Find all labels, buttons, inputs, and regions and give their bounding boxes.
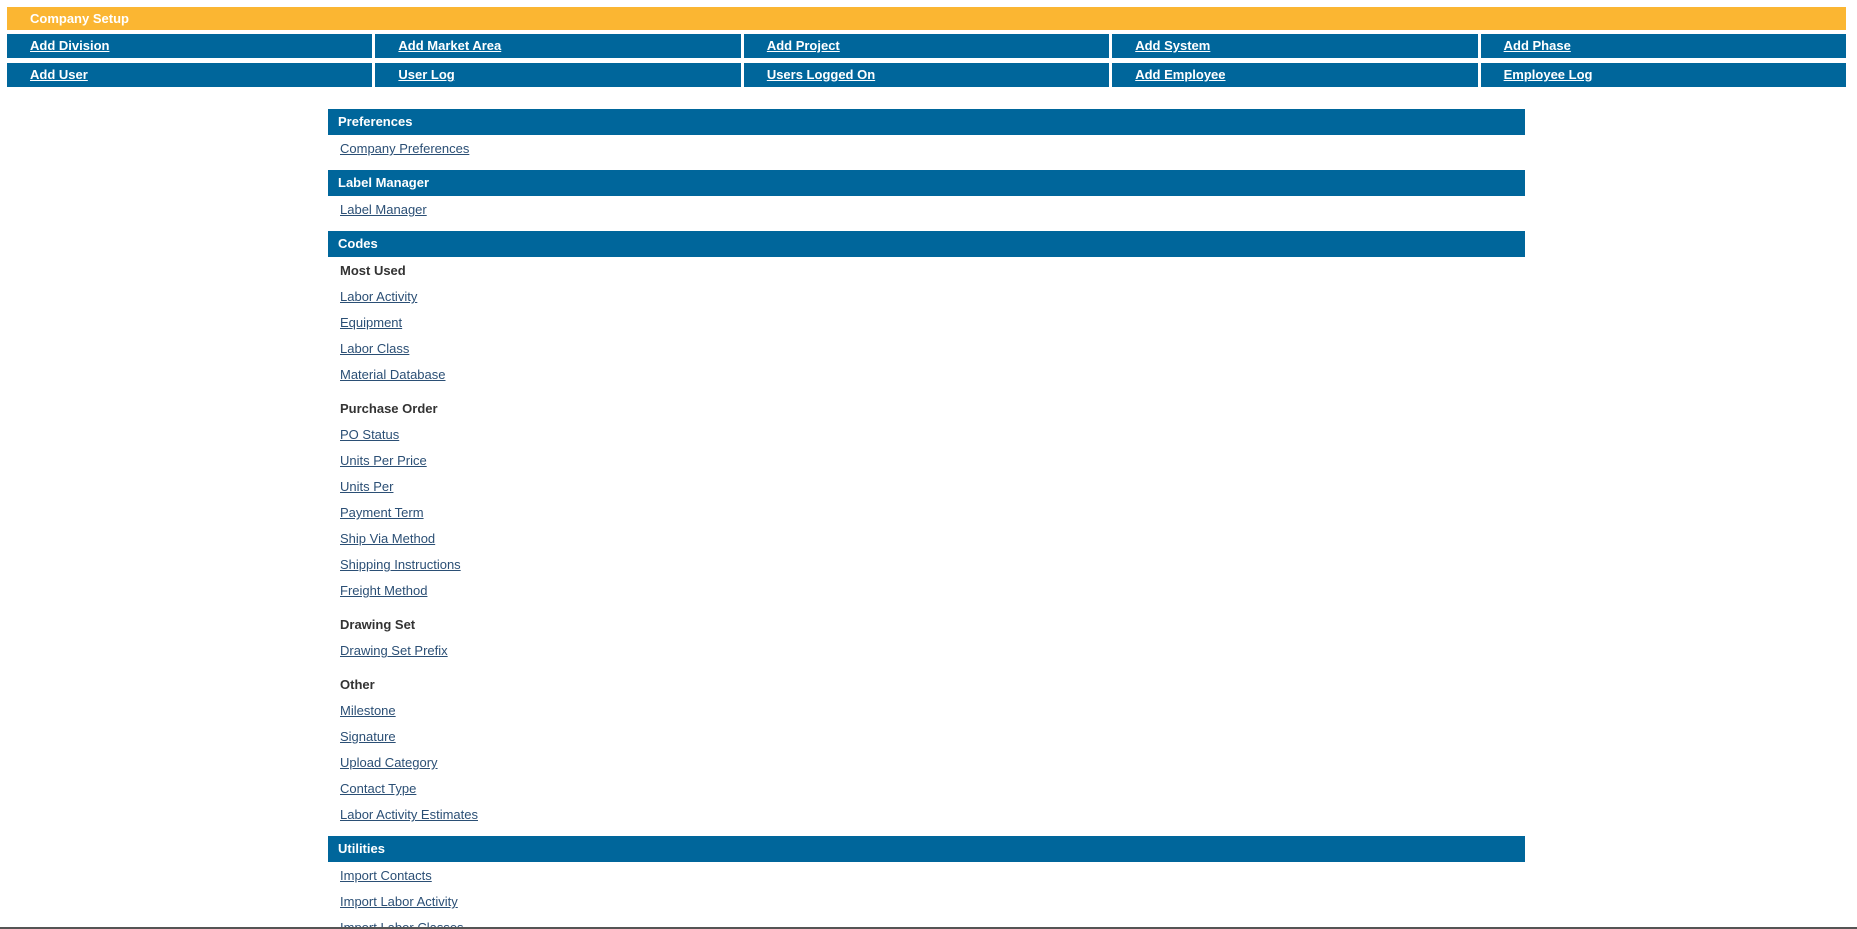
- units-per-link[interactable]: Units Per: [340, 479, 393, 494]
- nav-cell: Users Logged On: [743, 63, 1110, 87]
- list-item: PO Status: [340, 422, 1525, 448]
- users-logged-on-link[interactable]: Users Logged On: [767, 67, 875, 82]
- drawing-set-group: Drawing Set Drawing Set Prefix: [340, 612, 1525, 664]
- milestone-link[interactable]: Milestone: [340, 703, 396, 718]
- drawing-set-prefix-link[interactable]: Drawing Set Prefix: [340, 643, 448, 658]
- group-title: Other: [340, 677, 375, 692]
- import-contacts-link[interactable]: Import Contacts: [340, 868, 432, 883]
- po-status-link[interactable]: PO Status: [340, 427, 399, 442]
- nav-cell: Add Employee: [1112, 63, 1478, 87]
- utilities-section: Import Contacts Import Labor Activity Im…: [328, 862, 1525, 929]
- list-item: Labor Activity Estimates: [340, 802, 1525, 828]
- labor-activity-link[interactable]: Labor Activity: [340, 289, 417, 304]
- list-item: Signature: [340, 724, 1525, 750]
- setup-content: Preferences Company Preferences Label Ma…: [328, 109, 1525, 929]
- page-title: Company Setup: [30, 11, 129, 26]
- nav-cell: Add System: [1112, 34, 1478, 58]
- utilities-header: Utilities: [328, 836, 1525, 862]
- preferences-header: Preferences: [328, 109, 1525, 135]
- list-item: Labor Activity: [340, 284, 1525, 310]
- company-preferences-link[interactable]: Company Preferences: [340, 141, 469, 156]
- labor-activity-estimates-link[interactable]: Labor Activity Estimates: [340, 807, 478, 822]
- list-item: Labor Class: [340, 336, 1525, 362]
- codes-header: Codes: [328, 231, 1525, 257]
- payment-term-link[interactable]: Payment Term: [340, 505, 424, 520]
- group-title: Purchase Order: [340, 401, 438, 416]
- signature-link[interactable]: Signature: [340, 729, 396, 744]
- employee-log-link[interactable]: Employee Log: [1504, 67, 1593, 82]
- freight-method-link[interactable]: Freight Method: [340, 583, 427, 598]
- list-item: Milestone: [340, 698, 1525, 724]
- other-group: Other Milestone Signature Upload Categor…: [340, 672, 1525, 828]
- list-item: Ship Via Method: [340, 526, 1525, 552]
- add-user-link[interactable]: Add User: [30, 67, 88, 82]
- import-labor-activity-link[interactable]: Import Labor Activity: [340, 894, 458, 909]
- purchase-order-group: Purchase Order PO Status Units Per Price…: [340, 396, 1525, 604]
- list-item: Units Per: [340, 474, 1525, 500]
- add-phase-link[interactable]: Add Phase: [1504, 38, 1571, 53]
- label-manager-section: Label Manager: [328, 196, 1525, 231]
- group-title: Drawing Set: [340, 617, 416, 632]
- list-item: Upload Category: [340, 750, 1525, 776]
- list-item: Material Database: [340, 362, 1525, 388]
- add-system-link[interactable]: Add System: [1135, 38, 1210, 53]
- equipment-link[interactable]: Equipment: [340, 315, 402, 330]
- nav-cell: Add User: [7, 63, 373, 87]
- list-item: Import Labor Activity: [340, 889, 1525, 915]
- page-title-bar: Company Setup: [7, 7, 1846, 30]
- list-item: Freight Method: [340, 578, 1525, 604]
- company-setup-page: Company Setup Add Division Add Market Ar…: [0, 0, 1857, 929]
- nav-cell: Add Division: [7, 34, 373, 58]
- upload-category-link[interactable]: Upload Category: [340, 755, 438, 770]
- group-title: Most Used: [340, 263, 406, 278]
- add-division-link[interactable]: Add Division: [30, 38, 109, 53]
- nav-cell: Add Phase: [1480, 34, 1847, 58]
- preferences-section: Company Preferences: [328, 135, 1525, 170]
- nav-row-2: Add User User Log Users Logged On Add Em…: [7, 63, 1847, 87]
- codes-section: Most Used Labor Activity Equipment Labor…: [328, 257, 1525, 836]
- material-database-link[interactable]: Material Database: [340, 367, 446, 382]
- list-item: Company Preferences: [340, 136, 1525, 162]
- ship-via-method-link[interactable]: Ship Via Method: [340, 531, 435, 546]
- nav-cell: User Log: [375, 63, 741, 87]
- nav-row-1: Add Division Add Market Area Add Project…: [7, 34, 1847, 58]
- list-item: Units Per Price: [340, 448, 1525, 474]
- list-item: Import Contacts: [340, 863, 1525, 889]
- label-manager-header: Label Manager: [328, 170, 1525, 196]
- list-item: Label Manager: [340, 197, 1525, 223]
- nav-cell: Employee Log: [1480, 63, 1847, 87]
- nav-cell: Add Market Area: [375, 34, 741, 58]
- user-log-link[interactable]: User Log: [398, 67, 454, 82]
- list-item: Shipping Instructions: [340, 552, 1525, 578]
- list-item: Equipment: [340, 310, 1525, 336]
- shipping-instructions-link[interactable]: Shipping Instructions: [340, 557, 461, 572]
- contact-type-link[interactable]: Contact Type: [340, 781, 416, 796]
- add-employee-link[interactable]: Add Employee: [1135, 67, 1225, 82]
- labor-class-link[interactable]: Labor Class: [340, 341, 409, 356]
- add-project-link[interactable]: Add Project: [767, 38, 840, 53]
- nav-cell: Add Project: [743, 34, 1110, 58]
- label-manager-link[interactable]: Label Manager: [340, 202, 427, 217]
- list-item: Contact Type: [340, 776, 1525, 802]
- add-market-area-link[interactable]: Add Market Area: [398, 38, 501, 53]
- units-per-price-link[interactable]: Units Per Price: [340, 453, 427, 468]
- most-used-group: Most Used Labor Activity Equipment Labor…: [340, 258, 1525, 388]
- list-item: Drawing Set Prefix: [340, 638, 1525, 664]
- list-item: Payment Term: [340, 500, 1525, 526]
